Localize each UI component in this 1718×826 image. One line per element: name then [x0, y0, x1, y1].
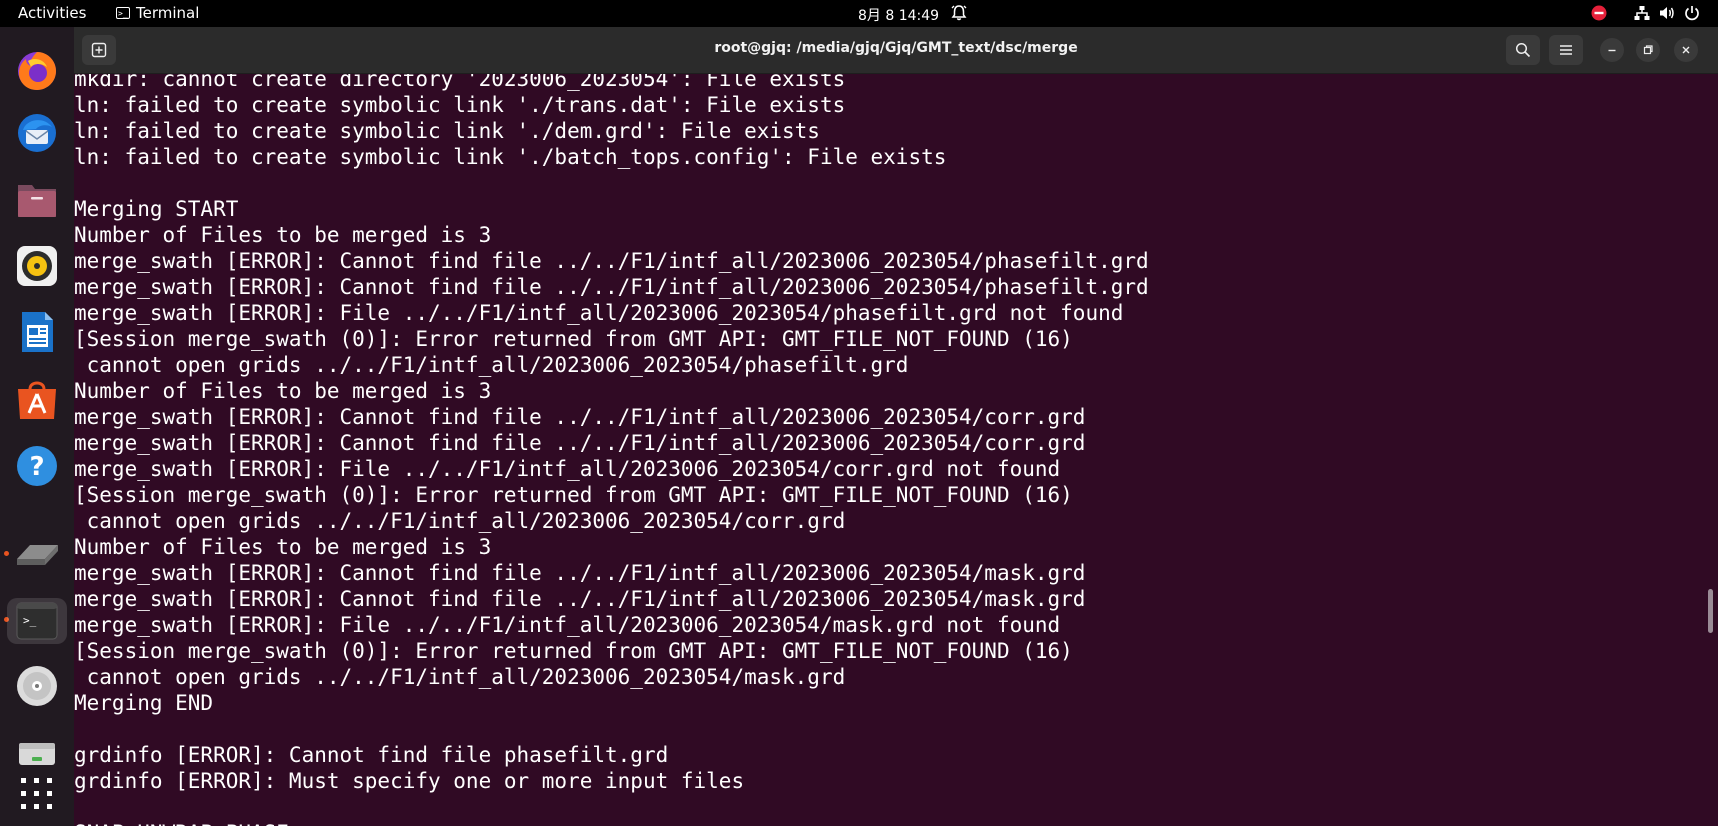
running-indicator: [4, 551, 9, 556]
dock-item-thunderbird[interactable]: [14, 110, 60, 156]
help-icon: ?: [17, 446, 57, 486]
terminal-line: grdinfo [ERROR]: Must specify one or mor…: [74, 769, 745, 793]
restore-button[interactable]: [1636, 38, 1660, 62]
dock: ? >_: [0, 27, 74, 826]
terminal-line: [Session merge_swath (0)]: Error returne…: [74, 327, 1073, 351]
terminal-line: mkdir: cannot create directory '2023006_…: [74, 74, 846, 91]
terminal-line: merge_swath [ERROR]: Cannot find file ..…: [74, 561, 1086, 585]
alarm-bell-icon: [951, 5, 967, 21]
terminal-icon: >_: [16, 602, 58, 640]
dock-item-files[interactable]: [14, 177, 60, 223]
terminal-small-icon: >_: [116, 7, 130, 19]
do-not-disturb-icon[interactable]: [1590, 4, 1608, 22]
terminal-line: Number of Files to be merged is 3: [74, 223, 492, 247]
show-apps-icon: [21, 778, 52, 809]
disc-icon: [17, 666, 57, 706]
activities-button[interactable]: Activities: [18, 4, 86, 22]
volume-icon[interactable]: [1658, 4, 1676, 22]
terminal-line: merge_swath [ERROR]: Cannot find file ..…: [74, 249, 1149, 273]
terminal-scrollbar[interactable]: [1708, 589, 1713, 633]
terminal-line: Number of Files to be merged is 3: [74, 535, 492, 559]
dock-item-show-apps[interactable]: [14, 771, 60, 817]
minimize-button[interactable]: [1600, 38, 1624, 62]
restore-icon: [1643, 45, 1653, 55]
terminal-line: cannot open grids ../../F1/intf_all/2023…: [74, 509, 846, 533]
terminal-line: ln: failed to create symbolic link './ba…: [74, 145, 947, 169]
search-button[interactable]: [1506, 35, 1540, 65]
window-title: root@gjq: /media/gjq/Gjq/GMT_text/dsc/me…: [714, 40, 1078, 56]
terminal-line: merge_swath [ERROR]: File ../../F1/intf_…: [74, 301, 1124, 325]
firefox-icon: [18, 52, 56, 90]
rhythmbox-icon: [17, 246, 57, 286]
top-bar: Activities >_ Terminal 8月 8 14:49: [0, 0, 1718, 27]
app-center-icon: [18, 381, 56, 419]
dock-item-help[interactable]: ?: [14, 443, 60, 489]
terminal-line: Merging START: [74, 197, 239, 221]
drive-icon: [17, 545, 58, 565]
terminal-line: merge_swath [ERROR]: Cannot find file ..…: [74, 587, 1086, 611]
dock-item-writer[interactable]: [14, 309, 60, 355]
minimize-icon: [1608, 49, 1616, 52]
close-icon: [1682, 46, 1690, 54]
dock-item-app-center[interactable]: [14, 375, 60, 421]
app-menu[interactable]: >_ Terminal: [116, 4, 199, 22]
terminal-line: SNAP_UNWRAP_PHASE: [74, 821, 289, 826]
terminal-line: cannot open grids ../../F1/intf_all/2023…: [74, 353, 909, 377]
terminal-text[interactable]: mkdir: cannot create directory '2023006_…: [74, 74, 1149, 826]
terminal-line: cannot open grids ../../F1/intf_all/2023…: [74, 665, 846, 689]
close-button[interactable]: [1674, 38, 1698, 62]
terminal-line: ln: failed to create symbolic link './tr…: [74, 93, 846, 117]
files-icon: [18, 185, 56, 217]
terminal-output[interactable]: mkdir: cannot create directory '2023006_…: [74, 74, 1704, 826]
libreoffice-writer-icon: [22, 312, 53, 352]
svg-text:?: ?: [29, 452, 44, 482]
terminal-line: merge_swath [ERROR]: File ../../F1/intf_…: [74, 457, 1061, 481]
thunderbird-icon: [18, 114, 56, 152]
clock[interactable]: 8月 8 14:49: [858, 5, 939, 25]
terminal-line: merge_swath [ERROR]: File ../../F1/intf_…: [74, 613, 1061, 637]
dock-item-disc[interactable]: [14, 663, 60, 709]
terminal-line: Number of Files to be merged is 3: [74, 379, 492, 403]
terminal-line: ln: failed to create symbolic link './de…: [74, 119, 820, 143]
terminal-window: root@gjq: /media/gjq/Gjq/GMT_text/dsc/me…: [74, 27, 1718, 826]
app-menu-label: Terminal: [136, 4, 200, 22]
network-wired-icon[interactable]: [1633, 4, 1651, 22]
terminal-line: merge_swath [ERROR]: Cannot find file ..…: [74, 405, 1086, 429]
terminal-line: grdinfo [ERROR]: Cannot find file phasef…: [74, 743, 669, 767]
terminal-line: [Session merge_swath (0)]: Error returne…: [74, 639, 1073, 663]
window-headerbar[interactable]: root@gjq: /media/gjq/Gjq/GMT_text/dsc/me…: [74, 27, 1718, 74]
power-icon[interactable]: [1683, 4, 1701, 22]
terminal-line: merge_swath [ERROR]: Cannot find file ..…: [74, 275, 1149, 299]
search-icon: [1515, 42, 1531, 58]
menu-button[interactable]: [1549, 35, 1583, 65]
dock-item-terminal[interactable]: >_: [7, 598, 67, 644]
svg-text:>_: >_: [23, 614, 37, 627]
terminal-line: merge_swath [ERROR]: Cannot find file ..…: [74, 431, 1086, 455]
dock-item-rhythmbox[interactable]: [14, 243, 60, 289]
terminal-line: [Session merge_swath (0)]: Error returne…: [74, 483, 1073, 507]
dock-item-drive[interactable]: [14, 533, 60, 579]
dock-item-firefox[interactable]: [14, 47, 60, 93]
hamburger-menu-icon: [1560, 45, 1572, 55]
terminal-line: Merging END: [74, 691, 214, 715]
